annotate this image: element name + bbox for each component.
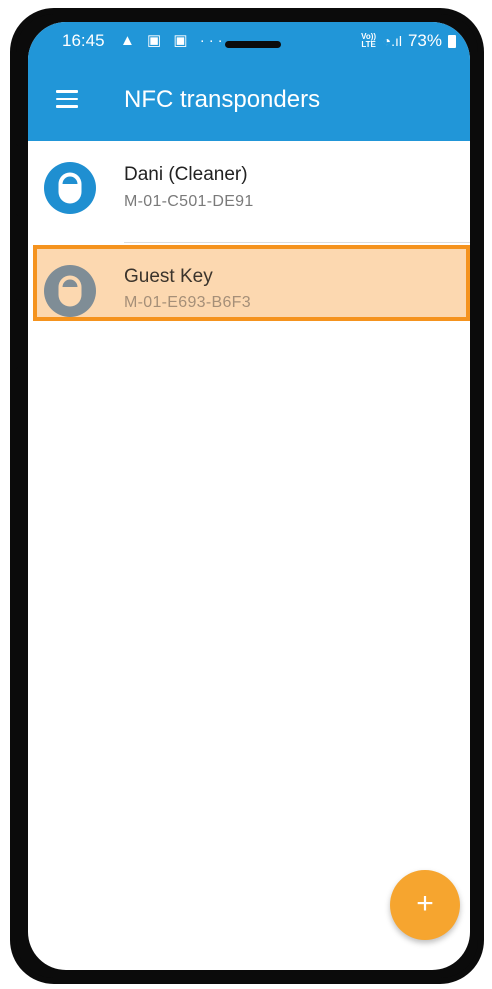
status-time: 16:45 (62, 31, 105, 50)
camera-notch (225, 41, 281, 48)
status-right: Vo)) LTE ◔.ıl 73% (361, 31, 456, 51)
transponder-id: M-01-C501-DE91 (124, 193, 254, 210)
transponder-name: Guest Key (124, 266, 213, 287)
battery-percent: 73% (407, 31, 442, 50)
add-transponder-button[interactable]: + (390, 870, 460, 940)
highlight-box (33, 245, 470, 321)
transponder-name: Dani (Cleaner) (124, 164, 248, 185)
side-button (16, 214, 18, 284)
transponder-id: M-01-E693-B6F3 (124, 294, 251, 311)
side-button (16, 299, 18, 369)
battery-icon (448, 34, 456, 48)
add-icon: + (416, 887, 434, 920)
phone-frame: 16:45 ▲ ▣ ▣ ··· Vo)) LTE ◔.ıl 73% NFC tr… (10, 8, 484, 984)
screen: 16:45 ▲ ▣ ▣ ··· Vo)) LTE ◔.ıl 73% NFC tr… (28, 22, 470, 970)
key-fob-icon (44, 265, 96, 317)
app-bar: NFC transponders (28, 56, 470, 141)
list-item[interactable]: Guest Key M-01-E693-B6F3 (28, 245, 470, 341)
hamburger-menu-icon[interactable] (56, 90, 78, 108)
page-title: NFC transponders (124, 86, 321, 113)
status-bar: 16:45 ▲ ▣ ▣ ··· Vo)) LTE ◔.ıl 73% (28, 22, 470, 56)
divider (124, 242, 470, 243)
wifi-signal-icon: ◔.ıl (382, 33, 402, 49)
volume-button (16, 144, 18, 184)
list-item[interactable]: Dani (Cleaner) M-01-C501-DE91 (28, 141, 470, 243)
volte-icon: Vo)) LTE (361, 32, 377, 49)
notification-icons: ▲ ▣ ▣ ··· (120, 32, 227, 49)
key-fob-icon (44, 162, 96, 214)
